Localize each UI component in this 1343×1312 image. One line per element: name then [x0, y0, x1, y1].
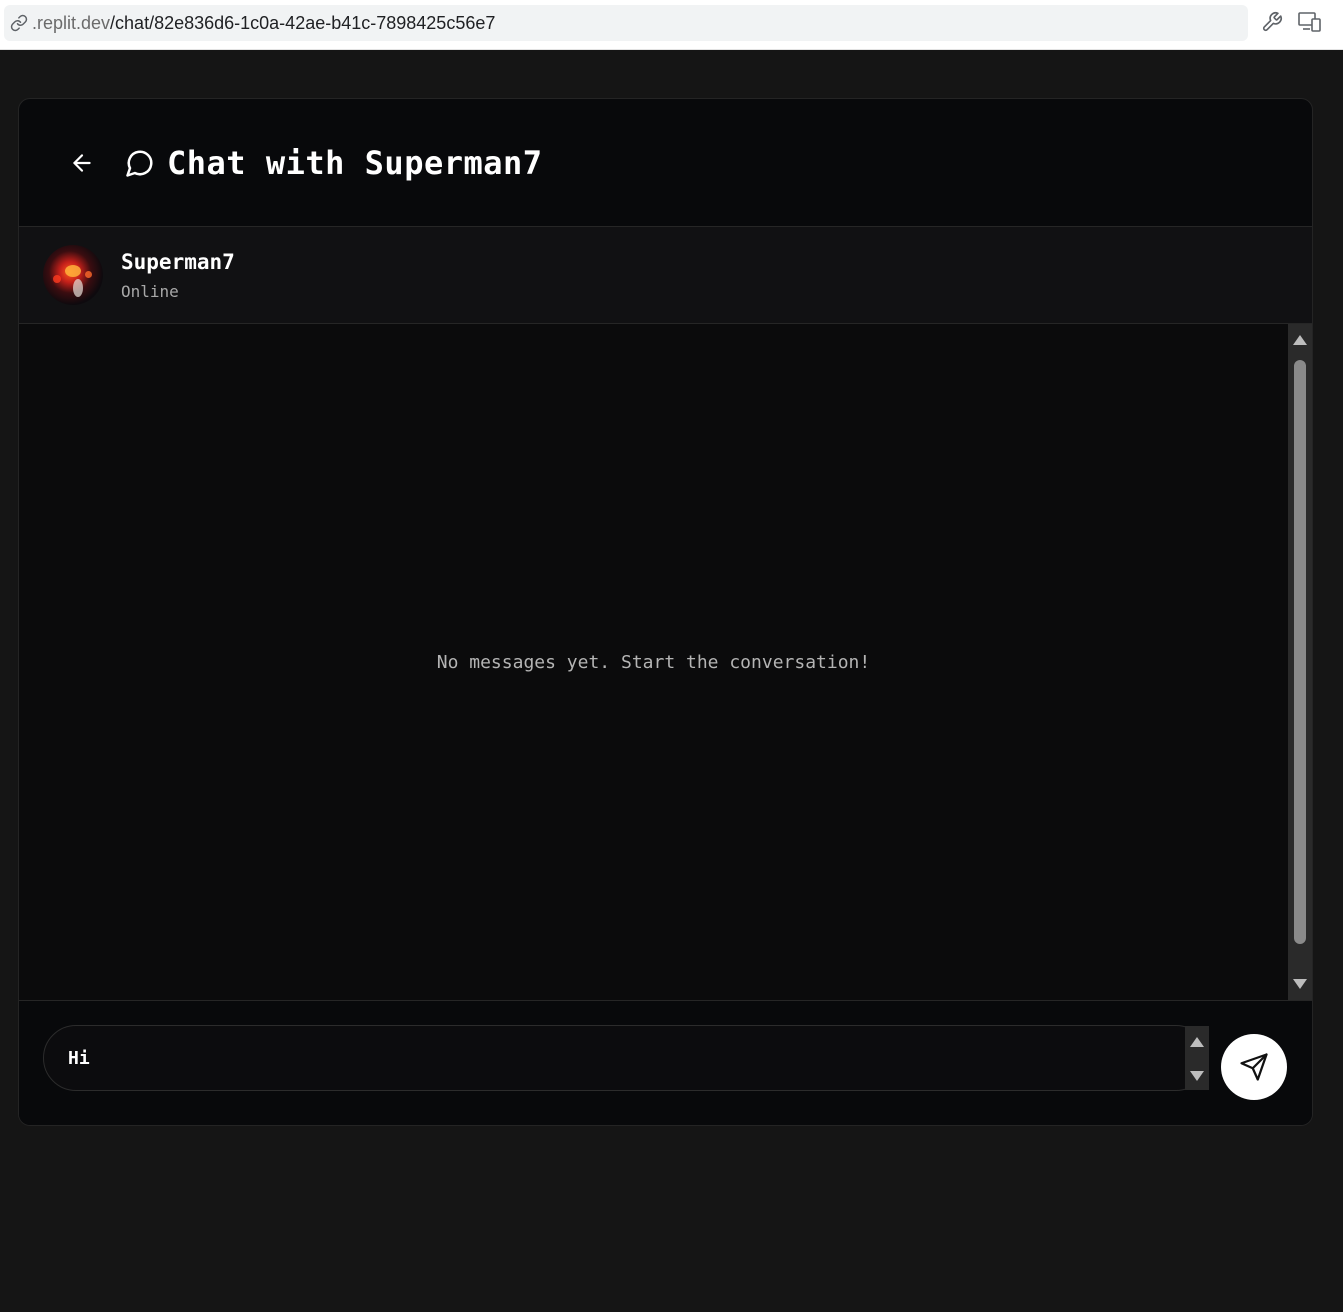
scroll-down-arrow-icon[interactable]: [1292, 976, 1308, 992]
input-scroll-up-icon[interactable]: [1189, 1034, 1205, 1050]
contact-header: Superman7 Online: [19, 227, 1312, 324]
message-scrollbar[interactable]: [1288, 324, 1312, 1000]
wrench-icon[interactable]: [1260, 10, 1284, 34]
scroll-thumb[interactable]: [1294, 360, 1306, 944]
composer: [19, 1000, 1312, 1125]
url-path: /chat/82e836d6-1c0a-42ae-b41c-7898425c56…: [110, 12, 496, 33]
link-icon: [10, 13, 30, 33]
input-scrollbar[interactable]: [1185, 1026, 1209, 1090]
message-input[interactable]: [68, 1047, 1168, 1069]
address-bar[interactable]: .replit.dev/chat/82e836d6-1c0a-42ae-b41c…: [4, 5, 1248, 41]
message-input-wrapper[interactable]: [43, 1025, 1209, 1091]
arrow-left-icon[interactable]: [69, 150, 95, 176]
chat-card: Chat with Superman7 Superman7 Online No …: [18, 98, 1313, 1126]
input-scroll-down-icon[interactable]: [1189, 1068, 1205, 1084]
url-host: .replit.dev: [32, 12, 111, 33]
avatar[interactable]: [43, 245, 103, 305]
panel-icon[interactable]: [1336, 10, 1343, 34]
chat-header: Chat with Superman7: [19, 99, 1312, 226]
chat-panel: Superman7 Online No messages yet. Start …: [19, 226, 1312, 1125]
status-text: Online: [121, 281, 179, 301]
page-title: Chat with Superman7: [167, 143, 543, 182]
contact-name: Superman7: [121, 249, 235, 274]
message-list: No messages yet. Start the conversation!: [19, 324, 1288, 1000]
send-button[interactable]: [1221, 1034, 1287, 1100]
devices-icon[interactable]: [1298, 10, 1322, 34]
message-circle-icon: [125, 148, 155, 178]
empty-state-text: No messages yet. Start the conversation!: [436, 651, 871, 673]
scroll-up-arrow-icon[interactable]: [1292, 332, 1308, 348]
browser-toolbar: .replit.dev/chat/82e836d6-1c0a-42ae-b41c…: [0, 0, 1343, 50]
send-icon: [1239, 1052, 1269, 1082]
